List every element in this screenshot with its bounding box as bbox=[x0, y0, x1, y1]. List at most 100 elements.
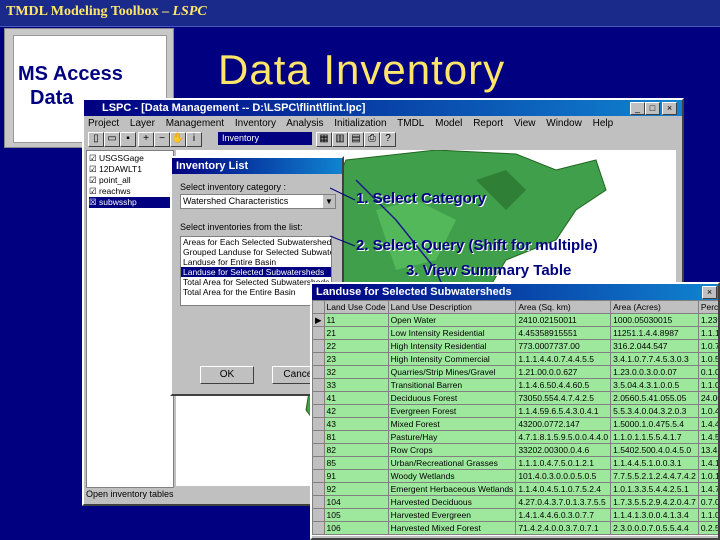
column-header[interactable]: Percent bbox=[697, 300, 718, 314]
table-cell: Quarries/Strip Mines/Gravel bbox=[387, 365, 517, 379]
table-cell: 43 bbox=[323, 417, 389, 431]
table-cell: 91 bbox=[323, 469, 389, 483]
table-cell: Urban/Recreational Grasses bbox=[387, 456, 517, 470]
table-cell: 73050.554.4.7.4.2.5 bbox=[515, 391, 612, 405]
table-cell: Harvested Deciduous bbox=[387, 495, 517, 509]
row-selector[interactable]: ▶ bbox=[312, 313, 325, 327]
table-cell: 1.1.0.0.1.6.4.5.0.5.4.5 bbox=[697, 378, 718, 392]
table-cell: 82 bbox=[323, 443, 389, 457]
table-cell: 21 bbox=[323, 326, 389, 340]
table-header-row: Land Use Code Land Use Description Area … bbox=[312, 300, 718, 314]
table-cell: 1.5402.500.4.0.4.5.0 bbox=[610, 443, 699, 457]
table-cell: 23 bbox=[323, 352, 389, 366]
table-row[interactable]: 106 Harvested Mixed Forest 71.4.2.4.0.0.3.… bbox=[312, 521, 718, 535]
column-header[interactable]: Area (Sq. km) bbox=[515, 300, 612, 314]
table-cell: 1.4.5.5.7.0.4.5.5.4.4.5 bbox=[697, 430, 718, 444]
table-row[interactable]: 22 High Intensity Residential 773.0007737.… bbox=[312, 339, 718, 353]
table-cell: 5.5.3.4.0.04.3.2.0.3 bbox=[610, 404, 699, 418]
results-table: Land Use Code Land Use Description Area … bbox=[312, 300, 718, 535]
table-row[interactable]: 41 Deciduous Forest 73050.554.4.7.4.2.5 2.0… bbox=[312, 391, 718, 405]
table-cell: 7.7.5.5.2.1.2.4.4.7.4.2 bbox=[610, 469, 699, 483]
table-cell: 1.7.3.5.5.2.9.4.2.0.4.7 bbox=[610, 495, 699, 509]
table-cell: 3.5.04.4.3.1.0.0.5 bbox=[610, 378, 699, 392]
table-cell: 1.1.0.4.3.4.4.5.4.5.4.5 bbox=[697, 508, 718, 522]
table-cell: Low Intensity Residential bbox=[387, 326, 517, 340]
table-cell: 42 bbox=[323, 404, 389, 418]
step3-annotation: 3. View Summary Table bbox=[406, 262, 572, 279]
row-selector[interactable] bbox=[312, 378, 325, 392]
table-cell: Woody Wetlands bbox=[387, 469, 517, 483]
table-row[interactable]: 82 Row Crops 33202.00300.0.4.6 1.5402.500.4… bbox=[312, 443, 718, 457]
results-window: Landuse for Selected Subwatersheds × Lan… bbox=[310, 282, 720, 540]
row-selector[interactable] bbox=[312, 391, 325, 405]
table-row[interactable]: 91 Woody Wetlands 101.4.0.3.0.0.0.5.0.5 7.7… bbox=[312, 469, 718, 483]
table-cell: 32 bbox=[323, 365, 389, 379]
table-row[interactable]: 21 Low Intensity Residential 4.45358915551… bbox=[312, 326, 718, 340]
table-cell: 2.3.0.0.0.7.0.5.5.4.4 bbox=[610, 521, 699, 535]
row-selector[interactable] bbox=[312, 404, 325, 418]
row-selector[interactable] bbox=[312, 352, 325, 366]
table-row[interactable]: 43 Mixed Forest 43200.0772.147 1.5000.1.0.4… bbox=[312, 417, 718, 431]
table-cell: 1000.05030015 bbox=[610, 313, 699, 327]
results-titlebar: Landuse for Selected Subwatersheds bbox=[312, 284, 718, 300]
row-selector[interactable] bbox=[312, 430, 325, 444]
table-cell: 13.4.0.4.0.0.3.4.0.0.7 bbox=[697, 443, 718, 457]
table-cell: Evergreen Forest bbox=[387, 404, 517, 418]
row-selector[interactable] bbox=[312, 495, 325, 509]
table-cell: 106 bbox=[323, 521, 389, 535]
table-cell: Deciduous Forest bbox=[387, 391, 517, 405]
table-cell: 1.1.1.4.4.0.7.4.4.5.5 bbox=[515, 352, 612, 366]
table-cell: High Intensity Residential bbox=[387, 339, 517, 353]
table-cell: 1.4.1.0.5.0.4.5.4.5.5 bbox=[697, 456, 718, 470]
table-cell: Harvested Mixed Forest bbox=[387, 521, 517, 535]
table-cell: 105 bbox=[323, 508, 389, 522]
row-selector[interactable] bbox=[312, 339, 325, 353]
row-selector[interactable] bbox=[312, 456, 325, 470]
table-cell: 1.1.4.6.50.4.4.60.5 bbox=[515, 378, 612, 392]
close-button[interactable]: × bbox=[702, 286, 717, 299]
table-cell: 1.1.1.0.4.7.5.0.1.2.1 bbox=[515, 456, 612, 470]
table-cell: 1.4.4.9.5.0.4.5.4.0.5.5 bbox=[697, 417, 718, 431]
row-selector[interactable] bbox=[312, 443, 325, 457]
column-header[interactable]: Land Use Description bbox=[387, 300, 517, 314]
table-row[interactable]: 92 Emergent Herbaceous Wetlands 1.1.4.0.4.… bbox=[312, 482, 718, 496]
row-selector[interactable] bbox=[312, 482, 325, 496]
table-row[interactable]: 81 Pasture/Hay 4.7.1.8.1.5.9.5.0.0.4.4.0 1.… bbox=[312, 430, 718, 444]
table-cell: High Intensity Commercial bbox=[387, 352, 517, 366]
table-cell: 24.00.2.0.5.9.0.5.2.5.0.0 bbox=[697, 391, 718, 405]
table-cell: 2.0560.5.41.055.05 bbox=[610, 391, 699, 405]
row-selector[interactable] bbox=[312, 508, 325, 522]
table-cell: Harvested Evergreen bbox=[387, 508, 517, 522]
table-cell: 33202.00300.0.4.6 bbox=[515, 443, 612, 457]
table-cell: 85 bbox=[323, 456, 389, 470]
callout-line bbox=[329, 235, 356, 247]
table-row[interactable]: 32 Quarries/Strip Mines/Gravel 1.21.00.0.0… bbox=[312, 365, 718, 379]
table-cell: 41 bbox=[323, 391, 389, 405]
table-cell: Mixed Forest bbox=[387, 417, 517, 431]
table-row[interactable]: ▶ 11 Open Water 2410.02150011 1000.05030015 1… bbox=[312, 313, 718, 327]
table-row[interactable]: 23 High Intensity Commercial 1.1.1.4.4.0.7… bbox=[312, 352, 718, 366]
table-cell: 4.7.1.8.1.5.9.5.0.0.4.4.0 bbox=[515, 430, 612, 444]
table-row[interactable]: 42 Evergreen Forest 1.1.4.59.6.5.4.3.0.4.1… bbox=[312, 404, 718, 418]
row-selector[interactable] bbox=[312, 417, 325, 431]
table-cell: 1.4.1.4.4.6.0.3.0.7.7 bbox=[515, 508, 612, 522]
results-grid-container: Land Use Code Land Use Description Area … bbox=[312, 300, 718, 536]
table-cell: 101.4.0.3.0.0.0.5.0.5 bbox=[515, 469, 612, 483]
row-selector[interactable] bbox=[312, 521, 325, 535]
column-header[interactable]: Area (Acres) bbox=[610, 300, 699, 314]
table-cell: 22 bbox=[323, 339, 389, 353]
row-selector[interactable] bbox=[312, 326, 325, 340]
column-header[interactable]: Land Use Code bbox=[323, 300, 389, 314]
table-cell: 81 bbox=[323, 430, 389, 444]
table-cell: 2410.02150011 bbox=[515, 313, 612, 327]
table-cell: 316.2.044.547 bbox=[610, 339, 699, 353]
table-row[interactable]: 85 Urban/Recreational Grasses 1.1.1.0.4.7.… bbox=[312, 456, 718, 470]
table-cell: 11 bbox=[323, 313, 389, 327]
table-cell: Emergent Herbaceous Wetlands bbox=[387, 482, 517, 496]
table-row[interactable]: 33 Transitional Barren 1.1.4.6.50.4.4.60.5… bbox=[312, 378, 718, 392]
row-selector[interactable] bbox=[312, 469, 325, 483]
table-cell: 43200.0772.147 bbox=[515, 417, 612, 431]
table-row[interactable]: 104 Harvested Deciduous 4.27.0.4.3.7.0.1.3… bbox=[312, 495, 718, 509]
table-row[interactable]: 105 Harvested Evergreen 1.4.1.4.4.6.0.3.0.… bbox=[312, 508, 718, 522]
row-selector[interactable] bbox=[312, 365, 325, 379]
